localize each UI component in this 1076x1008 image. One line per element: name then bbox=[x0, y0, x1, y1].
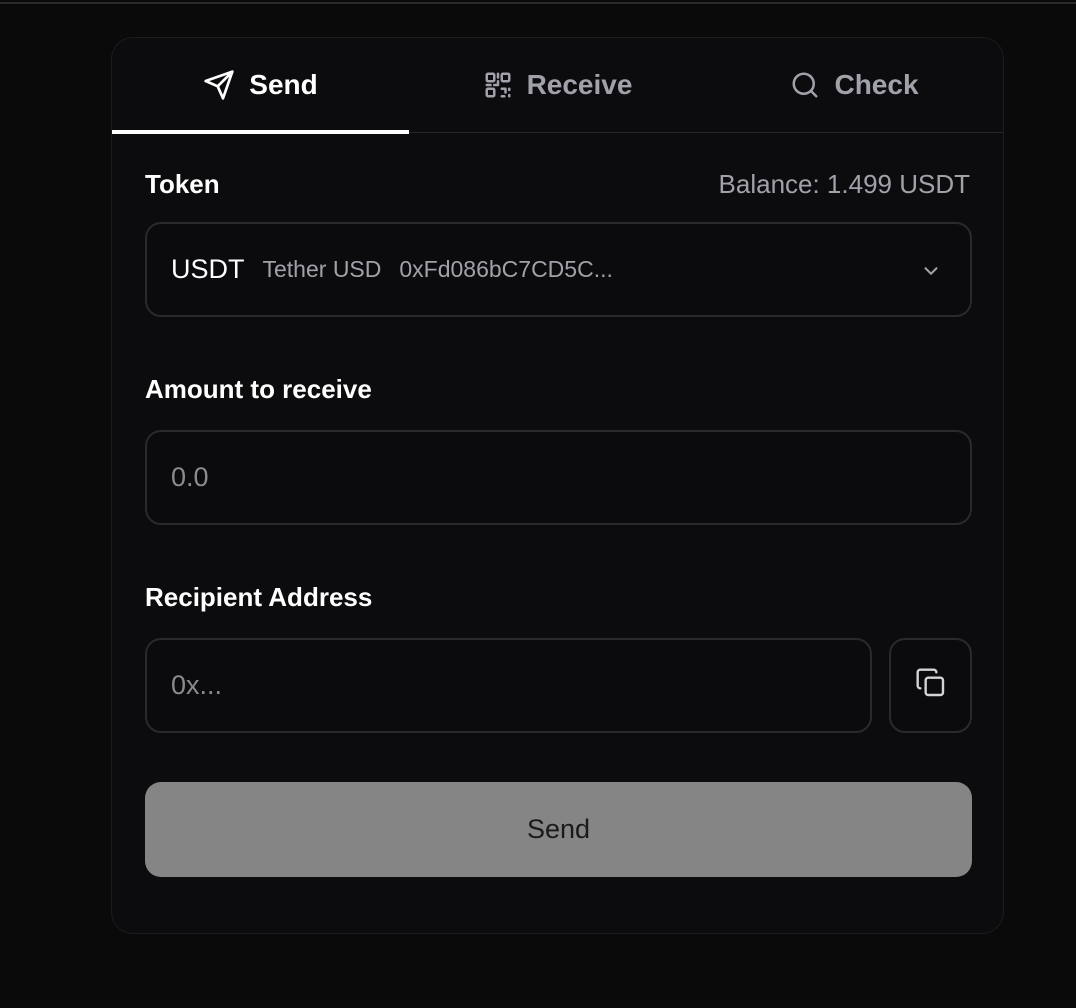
send-icon bbox=[203, 69, 235, 101]
search-icon bbox=[790, 70, 820, 100]
token-symbol: USDT bbox=[171, 254, 245, 284]
tab-check-label: Check bbox=[834, 69, 919, 100]
tab-check[interactable]: Check bbox=[706, 38, 1003, 132]
recipient-label: Recipient Address bbox=[145, 582, 373, 612]
qr-code-icon bbox=[483, 70, 513, 100]
balance-text: Balance: 1.499 USDT bbox=[718, 169, 970, 199]
token-name: Tether USD bbox=[262, 256, 382, 282]
window-top-divider bbox=[0, 2, 1076, 4]
transfer-card: Send Receive Check Token Balance: 1.499 … bbox=[111, 37, 1004, 934]
paste-address-button[interactable] bbox=[889, 638, 972, 733]
send-button[interactable]: Send bbox=[145, 782, 972, 877]
copy-icon bbox=[915, 667, 947, 704]
tab-bar: Send Receive Check bbox=[112, 38, 1003, 134]
amount-input[interactable] bbox=[145, 430, 972, 525]
token-select[interactable]: USDT Tether USD 0xFd086bC7CD5C... bbox=[145, 222, 972, 317]
token-address: 0xFd086bC7CD5C... bbox=[399, 256, 613, 282]
tab-send[interactable]: Send bbox=[112, 38, 409, 132]
token-label: Token bbox=[145, 169, 220, 199]
tab-receive-label: Receive bbox=[526, 69, 633, 100]
chevron-down-icon bbox=[920, 260, 942, 287]
tab-send-label: Send bbox=[249, 69, 318, 100]
amount-label: Amount to receive bbox=[145, 374, 372, 404]
tab-receive[interactable]: Receive bbox=[409, 38, 706, 132]
active-tab-indicator bbox=[112, 130, 409, 134]
recipient-address-input[interactable] bbox=[145, 638, 872, 733]
